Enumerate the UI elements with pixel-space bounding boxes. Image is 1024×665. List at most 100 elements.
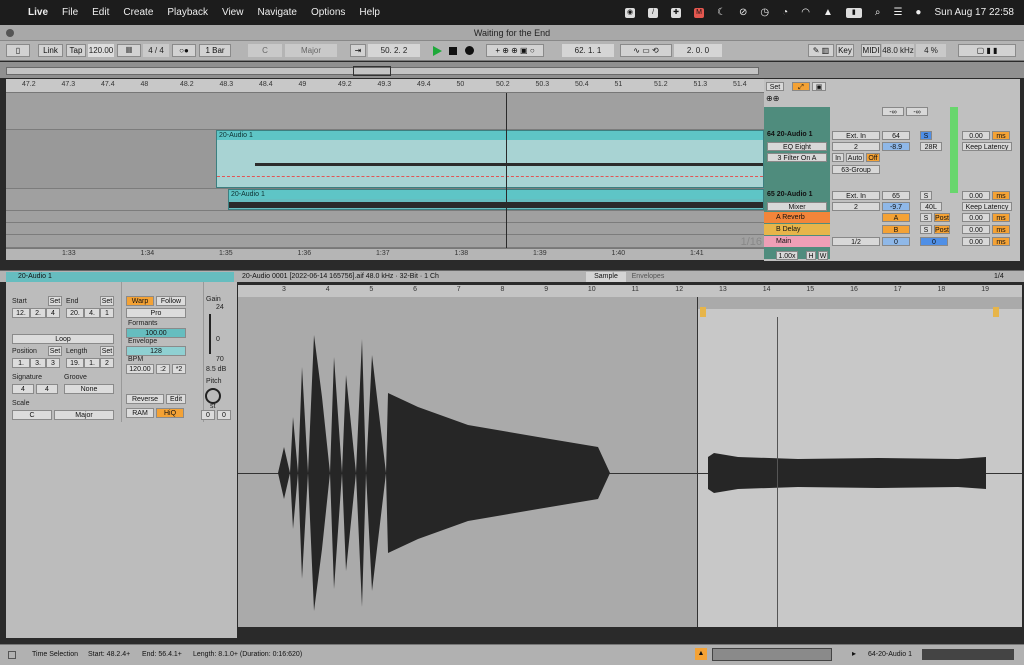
loop-button[interactable]: Loop xyxy=(12,334,114,344)
warning-icon[interactable]: ▲ xyxy=(695,648,707,660)
send-button[interactable]: B xyxy=(882,225,910,234)
warp-mode-select[interactable]: Pro xyxy=(126,308,186,318)
set-position-button[interactable]: Set xyxy=(48,346,62,356)
pan-field[interactable]: -9.7 xyxy=(882,202,910,211)
key-root-select[interactable]: C xyxy=(248,44,282,57)
follow-icon[interactable]: ⇥ xyxy=(350,44,366,57)
start-marker-icon[interactable] xyxy=(700,307,706,317)
end-marker-icon[interactable] xyxy=(993,307,999,317)
clip-volume-line[interactable] xyxy=(217,176,763,177)
draw-mode-icon[interactable]: ✎ ▥ xyxy=(808,44,834,57)
metronome-icon[interactable]: ○● xyxy=(172,44,196,57)
zoom-field[interactable]: 1.00x xyxy=(776,251,798,260)
play-icon[interactable] xyxy=(433,46,442,56)
sample-ruler[interactable]: 3 4 5 6 7 8 9 10 11 12 13 14 15 16 17 18 19 xyxy=(238,285,1022,297)
latency-field[interactable]: 0.00 xyxy=(962,213,990,222)
pan-field-2[interactable]: 28R xyxy=(920,142,942,151)
track-name[interactable]: 65 20-Audio 1 xyxy=(767,191,813,198)
status-checkbox-icon[interactable] xyxy=(8,651,16,659)
app-shield-icon[interactable]: M xyxy=(694,7,705,18)
group-select[interactable]: 63-Group xyxy=(832,165,880,174)
menu-create[interactable]: Create xyxy=(123,7,153,18)
gain-slider[interactable] xyxy=(209,314,211,354)
battery-icon[interactable]: ▮ xyxy=(845,7,862,18)
reverse-button[interactable]: Reverse xyxy=(126,394,164,404)
end-beat[interactable]: 4. xyxy=(84,308,100,318)
menubar-datetime[interactable]: Sun Aug 17 22:58 xyxy=(934,7,1014,18)
tab-envelopes[interactable]: Envelopes xyxy=(628,272,668,282)
track-lane[interactable] xyxy=(6,93,764,130)
page-indicator[interactable]: 1/4 xyxy=(994,272,1004,282)
arrangement-view[interactable]: 20-Audio 1 20-Audio 1 1/16 xyxy=(6,93,764,248)
menu-edit[interactable]: Edit xyxy=(92,7,109,18)
position-sixteenth[interactable]: 3 xyxy=(46,358,60,368)
signature-numerator[interactable]: 4 xyxy=(12,384,34,394)
pan-field-2[interactable]: 40L xyxy=(920,202,942,211)
loop-start-field[interactable]: 62. 1. 1 xyxy=(562,44,614,57)
automation-tools-icon[interactable]: + ⊕ ⊕ ▣ ○ xyxy=(486,44,544,57)
latency-field[interactable]: 0.00 xyxy=(962,191,990,200)
window-close-dot[interactable] xyxy=(6,29,14,37)
formants-field[interactable]: 100.00 xyxy=(126,328,186,338)
ms-button[interactable]: ms xyxy=(992,213,1010,222)
loop-start-line[interactable] xyxy=(697,297,698,627)
start-bar[interactable]: 12. xyxy=(12,308,30,318)
ram-button[interactable]: RAM xyxy=(126,408,154,418)
edit-button[interactable]: Edit xyxy=(166,394,186,404)
envelope-field[interactable]: 128 xyxy=(126,346,186,356)
length-sixteenth[interactable]: 2 xyxy=(100,358,114,368)
channel-select[interactable]: 2 xyxy=(832,142,880,151)
link-button[interactable]: Link xyxy=(38,44,63,57)
status-track-name[interactable]: 64-20-Audio 1 xyxy=(868,651,912,658)
record-icon[interactable] xyxy=(465,46,474,55)
length-bar[interactable]: 19. xyxy=(66,358,84,368)
pitch-knob[interactable] xyxy=(205,388,221,404)
position-bar[interactable]: 1. xyxy=(12,358,30,368)
keep-latency-label[interactable]: Keep Latency xyxy=(962,202,1012,211)
pan-field[interactable]: -8.9 xyxy=(882,142,910,151)
menu-file[interactable]: File xyxy=(62,7,78,18)
overview-viewport[interactable] xyxy=(353,66,391,76)
pitch-semitones-field[interactable]: 0 xyxy=(201,410,215,420)
ms-button[interactable]: ms xyxy=(992,225,1010,234)
clip-name-header[interactable]: 20-Audio 1 xyxy=(6,272,234,282)
control-center-icon[interactable]: ☰ xyxy=(893,7,902,18)
start-beat[interactable]: 2. xyxy=(30,308,46,318)
game-controller-icon[interactable]: ✚ xyxy=(671,7,682,18)
warp-button[interactable]: Warp xyxy=(126,296,154,306)
track-lane[interactable] xyxy=(6,223,764,235)
wifi-icon[interactable]: ◠ xyxy=(801,7,810,18)
hiq-button[interactable]: HiQ xyxy=(156,408,184,418)
menu-help[interactable]: Help xyxy=(359,7,380,18)
tab-sample[interactable]: Sample xyxy=(586,272,626,282)
solo-button[interactable]: S xyxy=(920,131,932,140)
pan-field[interactable]: 0 xyxy=(920,237,948,246)
width-button[interactable]: W xyxy=(818,251,828,260)
in-button[interactable]: In xyxy=(832,153,844,162)
nav-arrows-icon[interactable]: ⊕⊕ xyxy=(766,94,779,103)
solo-button[interactable]: S xyxy=(920,225,932,234)
auto-button[interactable]: Auto xyxy=(846,153,864,162)
main-track-name[interactable]: Main xyxy=(764,236,830,247)
expand-icon[interactable]: ▸ xyxy=(852,649,856,658)
script-icon[interactable]: / xyxy=(648,7,659,18)
send-button[interactable]: A xyxy=(882,213,910,222)
post-button[interactable]: Post xyxy=(934,225,950,234)
volume-field[interactable]: 64 xyxy=(882,131,910,140)
stop-icon[interactable] xyxy=(449,47,457,55)
latency-field[interactable]: 0.00 xyxy=(962,237,990,246)
input-select[interactable]: Ext. In xyxy=(832,191,880,200)
pitch-cents-field[interactable]: 0 xyxy=(217,410,231,420)
follow-button[interactable]: Follow xyxy=(156,296,186,306)
ms-button[interactable]: ms xyxy=(992,131,1010,140)
browser-toggle-icon[interactable]: ▯ xyxy=(6,44,30,57)
solo-button[interactable]: S xyxy=(920,213,932,222)
paperclip-icon[interactable]: ⊘ xyxy=(739,7,747,18)
post-button[interactable]: Post xyxy=(934,213,950,222)
loop-tools-icon[interactable]: ∿ ▭ ⟲ xyxy=(620,44,672,57)
device-select[interactable]: EQ Eight xyxy=(767,142,827,151)
end-sixteenth[interactable]: 1 xyxy=(100,308,114,318)
end-bar[interactable]: 20. xyxy=(66,308,84,318)
groove-select[interactable]: None xyxy=(64,384,114,394)
double-tempo-button[interactable]: *2 xyxy=(172,364,186,374)
